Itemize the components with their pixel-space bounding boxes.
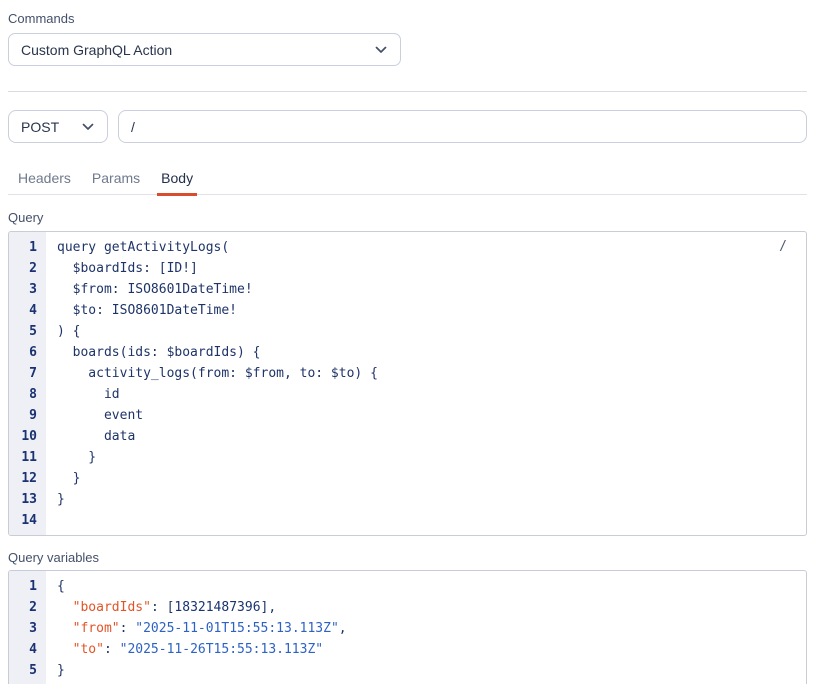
code-line: 4 $to: ISO8601DateTime! xyxy=(9,300,806,321)
code-line: 11 } xyxy=(9,447,806,468)
query-variables-editor[interactable]: 1{2 "boardIds": [18321487396],3 "from": … xyxy=(8,570,807,684)
query-editor[interactable]: 1query getActivityLogs(2 $boardIds: [ID!… xyxy=(8,231,807,536)
request-tabs: Headers Params Body xyxy=(8,164,807,195)
code-line: 2 "boardIds": [18321487396], xyxy=(9,597,806,618)
editor-slash-hint: / xyxy=(779,238,787,256)
tab-headers[interactable]: Headers xyxy=(15,164,74,194)
tab-body[interactable]: Body xyxy=(158,164,196,194)
section-divider xyxy=(8,91,807,92)
chevron-down-icon xyxy=(82,123,94,131)
query-variables-label: Query variables xyxy=(8,550,807,565)
code-line: 14 xyxy=(9,510,806,531)
request-builder-panel: Commands Custom GraphQL Action POST Head… xyxy=(0,0,816,684)
code-line: 3 $from: ISO8601DateTime! xyxy=(9,279,806,300)
code-line: 4 "to": "2025-11-26T15:55:13.113Z" xyxy=(9,639,806,660)
code-line: 13} xyxy=(9,489,806,510)
commands-select[interactable]: Custom GraphQL Action xyxy=(8,33,401,66)
commands-select-value: Custom GraphQL Action xyxy=(21,42,172,58)
code-line: 1query getActivityLogs( xyxy=(9,237,806,258)
request-row: POST xyxy=(8,110,807,143)
query-label: Query xyxy=(8,210,807,225)
chevron-down-icon xyxy=(375,46,387,54)
commands-label: Commands xyxy=(8,11,807,26)
code-line: 12 } xyxy=(9,468,806,489)
code-line: 5) { xyxy=(9,321,806,342)
tab-params[interactable]: Params xyxy=(89,164,143,194)
code-line: 7 activity_logs(from: $from, to: $to) { xyxy=(9,363,806,384)
http-method-select[interactable]: POST xyxy=(8,110,108,143)
code-line: 1{ xyxy=(9,576,806,597)
http-method-value: POST xyxy=(21,119,59,135)
url-input[interactable] xyxy=(118,110,807,143)
code-line: 9 event xyxy=(9,405,806,426)
code-line: 2 $boardIds: [ID!] xyxy=(9,258,806,279)
code-line: 6 boards(ids: $boardIds) { xyxy=(9,342,806,363)
code-line: 3 "from": "2025-11-01T15:55:13.113Z", xyxy=(9,618,806,639)
code-line: 8 id xyxy=(9,384,806,405)
code-line: 10 data xyxy=(9,426,806,447)
code-line: 5} xyxy=(9,660,806,681)
variables-code-lines: 1{2 "boardIds": [18321487396],3 "from": … xyxy=(9,571,806,681)
query-code-lines: 1query getActivityLogs(2 $boardIds: [ID!… xyxy=(9,232,806,531)
